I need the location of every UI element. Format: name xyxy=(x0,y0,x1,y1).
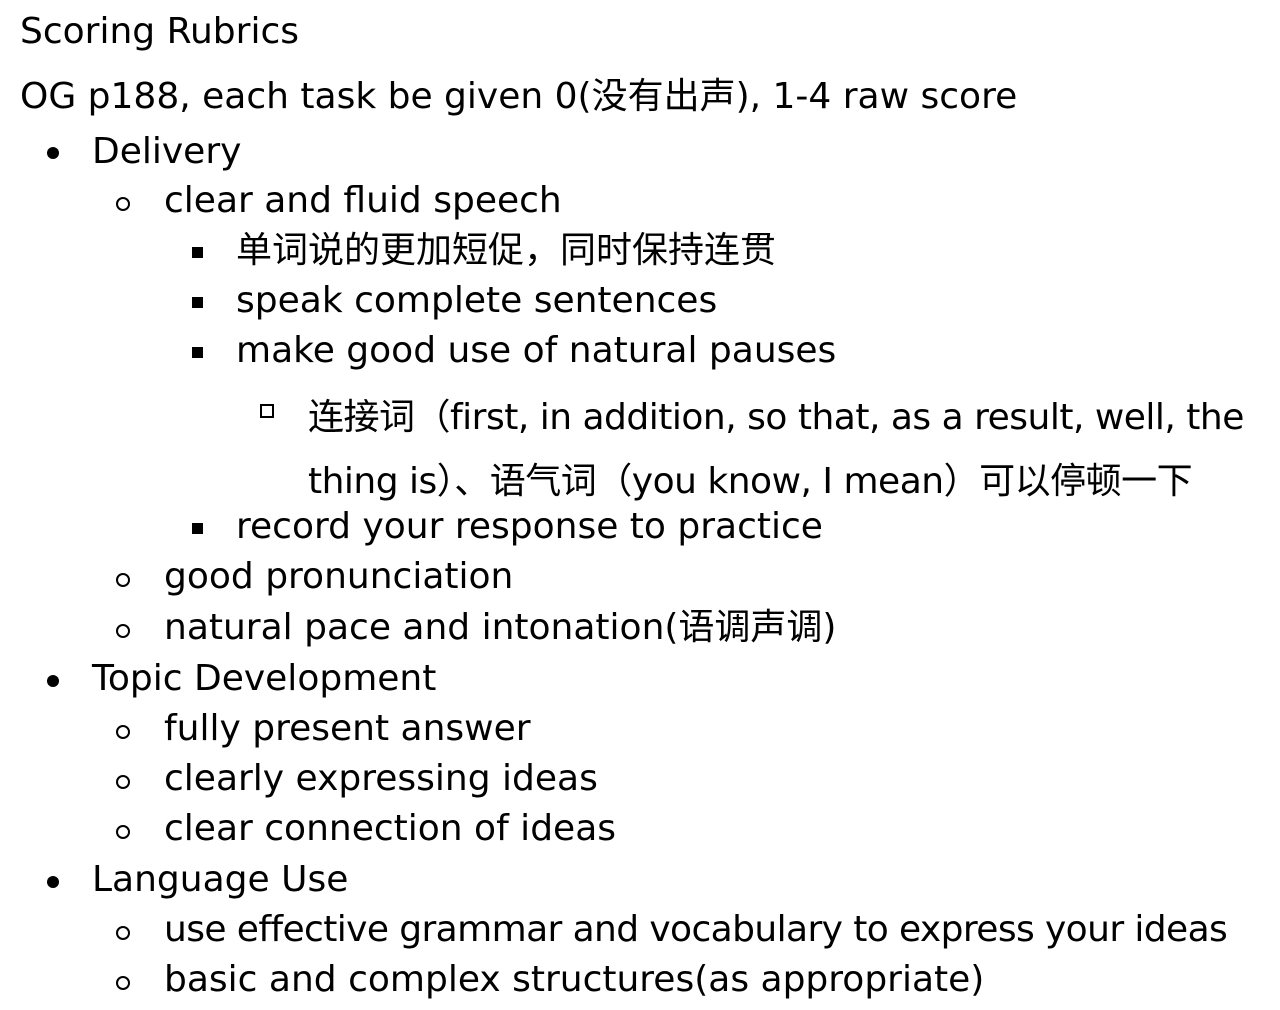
list-item: use effective grammar and vocabulary to … xyxy=(164,909,1228,950)
list-item: record your response to practice xyxy=(236,506,823,547)
bullet-disc xyxy=(47,675,59,687)
bullet-circle xyxy=(116,775,130,789)
list-item: clear and fluid speech xyxy=(164,180,562,221)
bullet-circle xyxy=(116,573,130,587)
list-item: 单词说的更加短促，同时保持连贯 xyxy=(236,230,777,271)
bullet-circle xyxy=(116,197,130,211)
bullet-circle xyxy=(116,976,130,990)
bullet-square xyxy=(192,297,203,308)
list-item: make good use of natural pauses xyxy=(236,330,837,371)
bullet-circle xyxy=(116,825,130,839)
bullet-square xyxy=(192,523,203,534)
bullet-disc xyxy=(47,147,59,159)
section-heading-language-use: Language Use xyxy=(92,859,349,900)
bullet-square xyxy=(192,347,203,358)
list-item: basic and complex structures(as appropri… xyxy=(164,959,985,1000)
bullet-square xyxy=(192,247,203,258)
list-item: natural pace and intonation(语调声调) xyxy=(164,607,837,648)
section-heading-topic-development: Topic Development xyxy=(92,658,437,699)
list-item: fully present answer xyxy=(164,708,531,749)
intro-line: OG p188, each task be given 0(没有出声), 1-4… xyxy=(20,76,1018,117)
list-item: speak complete sentences xyxy=(236,280,718,321)
list-item: good pronunciation xyxy=(164,556,514,597)
bullet-hollow-square xyxy=(260,404,274,418)
bullet-circle xyxy=(116,624,130,638)
list-item: clear connection of ideas xyxy=(164,808,617,849)
list-item: clearly expressing ideas xyxy=(164,758,598,799)
bullet-circle xyxy=(116,725,130,739)
bullet-disc xyxy=(47,876,59,888)
list-item: 连接词（first, in addition, so that, as a re… xyxy=(308,397,1244,502)
document-page: Scoring Rubrics OG p188, each task be gi… xyxy=(0,0,1280,1010)
page-title: Scoring Rubrics xyxy=(20,11,299,52)
bullet-circle xyxy=(116,926,130,940)
section-heading-delivery: Delivery xyxy=(92,131,242,172)
